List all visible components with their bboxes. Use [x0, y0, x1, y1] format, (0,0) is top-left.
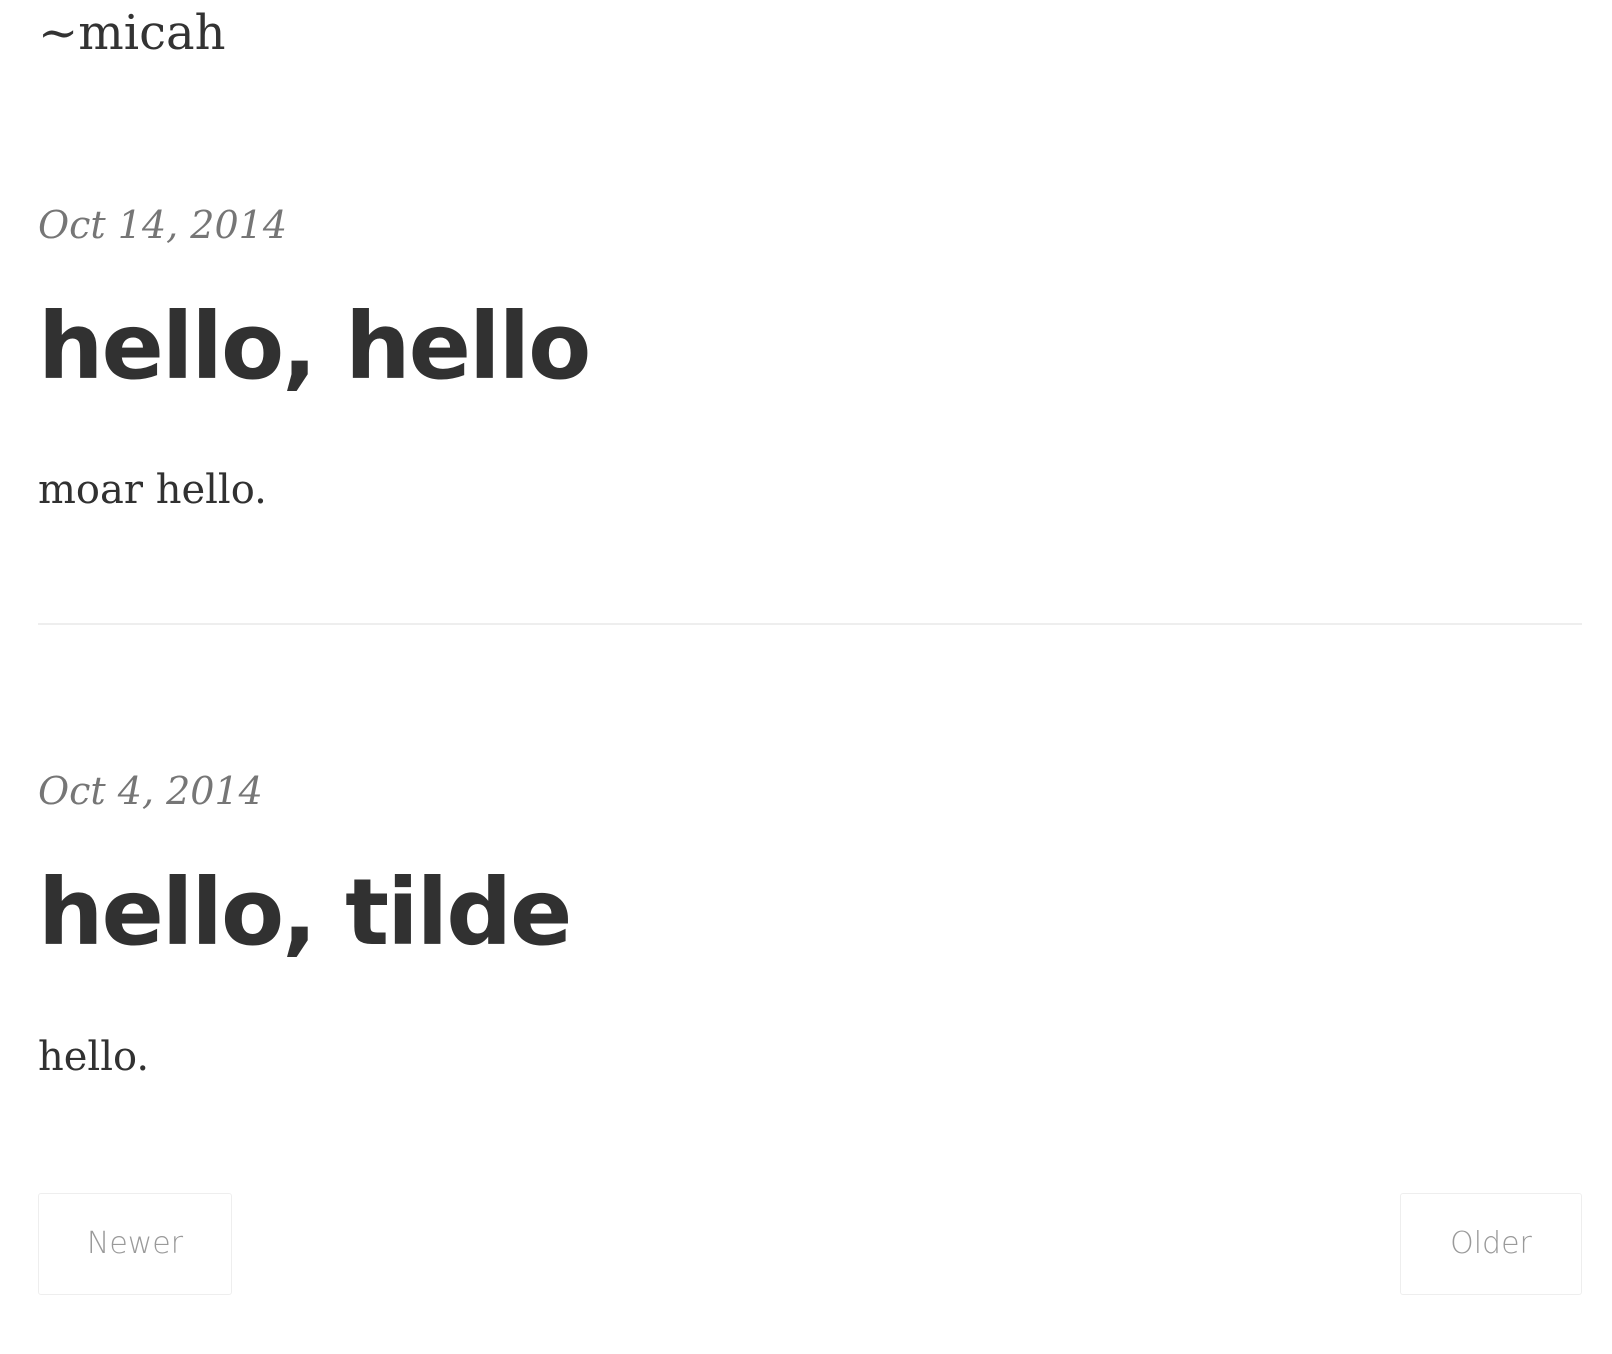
newer-button[interactable]: Newer — [38, 1193, 232, 1295]
post-body: moar hello. — [38, 467, 267, 513]
post-body: hello. — [38, 1034, 150, 1080]
older-button[interactable]: Older — [1400, 1193, 1582, 1295]
post-divider — [38, 623, 1582, 625]
post-date: Oct 4, 2014 — [38, 769, 263, 813]
post-title-link[interactable]: hello, hello — [38, 292, 591, 402]
site-title-link[interactable]: ~micah — [38, 0, 226, 66]
post-title-link[interactable]: hello, tilde — [38, 858, 572, 968]
post-date: Oct 14, 2014 — [38, 203, 288, 247]
